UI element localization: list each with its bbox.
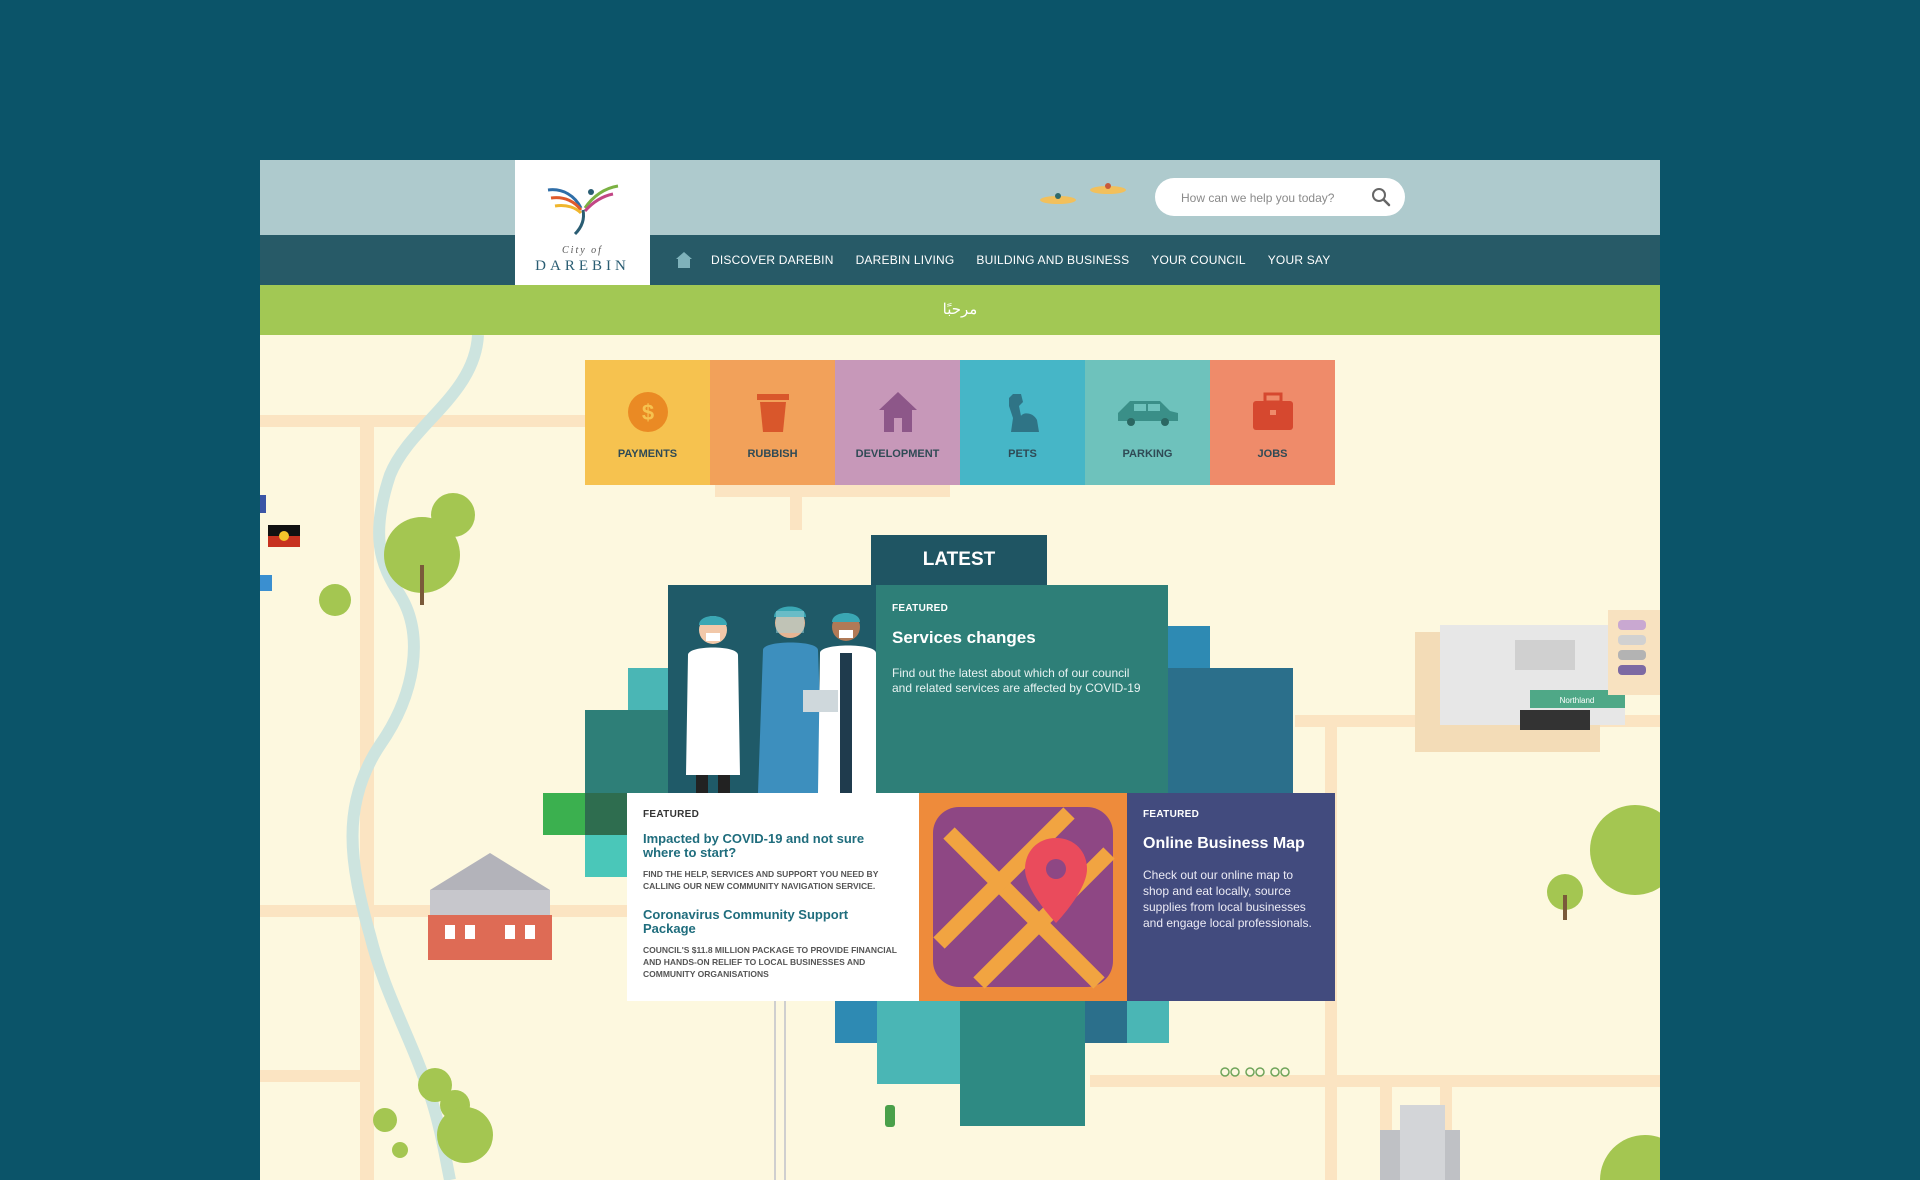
nav-item-building-and-business[interactable]: BUILDING AND BUSINESS: [976, 253, 1129, 267]
nav-item-your-council[interactable]: YOUR COUNCIL: [1151, 253, 1245, 267]
tile-rubbish-label: RUBBISH: [747, 448, 798, 460]
deco-block: [1168, 668, 1293, 793]
quick-links: $ PAYMENTS RUBBISH DEVELOPMENT PETS PARK…: [585, 360, 1335, 485]
bin-icon: [756, 394, 789, 432]
darebin-logo[interactable]: City of DAREBIN: [515, 160, 650, 285]
deco-block: [1085, 1001, 1127, 1043]
kayak-illustration: [1040, 183, 1126, 204]
card-online-business-map[interactable]: FEATURED Online Business Map Check out o…: [1127, 793, 1335, 1001]
nav-item-discover-darebin[interactable]: DISCOVER DAREBIN: [711, 253, 834, 267]
deco-block: [835, 1001, 877, 1043]
tram-icon: [885, 1105, 895, 1127]
nav-item-darebin-living[interactable]: DAREBIN LIVING: [856, 253, 955, 267]
svg-text:Northland: Northland: [1560, 696, 1595, 705]
deco-block: [1127, 1001, 1169, 1043]
tile-development-label: DEVELOPMENT: [855, 448, 940, 460]
welcome-banner: مرحبًا: [260, 285, 1660, 335]
card-covid-support: FEATURED Impacted by COVID-19 and not su…: [627, 793, 919, 1001]
browser-page: Northland City of DAREBIN How can we hel…: [260, 160, 1660, 1180]
tile-payments-label: PAYMENTS: [617, 448, 678, 460]
house-icon: [878, 392, 917, 432]
tile-parking-label: PARKING: [1122, 448, 1173, 460]
briefcase-icon: [1252, 392, 1293, 430]
tile-parking[interactable]: PARKING: [1085, 360, 1210, 485]
logo-name-text: DAREBIN: [535, 258, 630, 274]
railway: [774, 1001, 786, 1180]
card-eyebrow: FEATURED: [1143, 809, 1200, 820]
card-title[interactable]: Online Business Map: [1143, 834, 1319, 853]
tile-rubbish[interactable]: RUBBISH: [710, 360, 835, 485]
flags: [260, 495, 300, 591]
card-title[interactable]: Services changes: [892, 628, 1152, 648]
deco-block: [585, 835, 627, 877]
tile-payments[interactable]: $ PAYMENTS: [585, 360, 710, 485]
deco-block: [585, 710, 668, 793]
medical-staff-illustration[interactable]: [668, 585, 876, 793]
tile-jobs-label: JOBS: [1257, 448, 1288, 460]
deco-block: [1168, 626, 1210, 668]
tile-pets-label: PETS: [1008, 448, 1037, 460]
car-icon: [1117, 401, 1178, 426]
business-map-illustration[interactable]: [919, 793, 1127, 1001]
town-hall-building: [428, 853, 552, 960]
community-support-desc: COUNCIL'S $11.8 MILLION PACKAGE TO PROVI…: [643, 945, 897, 979]
dog-icon: [1008, 394, 1039, 432]
northland-building: Northland: [1415, 625, 1625, 752]
covid-navigation-link[interactable]: Impacted by COVID-19 and not sure where …: [643, 832, 903, 860]
deco-block: [543, 793, 585, 835]
covid-navigation-desc: FIND THE HELP, SERVICES AND SUPPORT YOU …: [643, 869, 879, 891]
card-body: Check out our online map to shop and eat…: [1143, 868, 1312, 930]
bird-logo-icon: [547, 184, 618, 236]
card-eyebrow: FEATURED: [643, 809, 700, 820]
home-icon[interactable]: [675, 251, 693, 269]
main-nav: DISCOVER DAREBIN DAREBIN LIVING BUILDING…: [675, 235, 1352, 285]
logo-city-text: City of: [562, 245, 603, 256]
bikes: [1220, 1067, 1290, 1077]
parked-cars: [1608, 610, 1660, 695]
search-box[interactable]: [1155, 178, 1405, 218]
deco-block: [960, 1001, 1085, 1126]
tile-development[interactable]: DEVELOPMENT: [835, 360, 960, 485]
top-bar: [260, 160, 1660, 235]
nav-item-your-say[interactable]: YOUR SAY: [1268, 253, 1331, 267]
svg-text:$: $: [641, 400, 653, 425]
tile-pets[interactable]: PETS: [960, 360, 1085, 485]
card-eyebrow: FEATURED: [892, 603, 949, 614]
search-icon[interactable]: [1371, 187, 1391, 207]
latest-heading: LATEST: [871, 535, 1047, 585]
deco-block: [585, 793, 627, 835]
deco-block: [877, 1001, 960, 1084]
dollar-coin-icon: $: [627, 392, 668, 432]
tile-jobs[interactable]: JOBS: [1210, 360, 1335, 485]
card-body: Find out the latest about which of our c…: [892, 666, 1141, 695]
doctor-figure: [686, 616, 740, 793]
search-input[interactable]: [1179, 178, 1369, 218]
card-services-changes[interactable]: FEATURED Services changes Find out the l…: [876, 585, 1168, 793]
community-support-link[interactable]: Coronavirus Community Support Package: [643, 908, 903, 936]
